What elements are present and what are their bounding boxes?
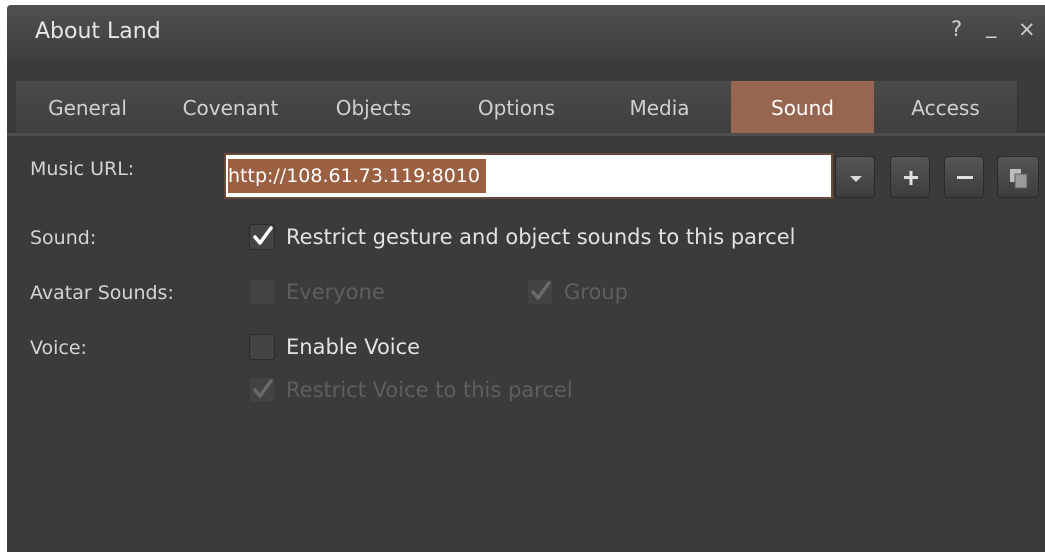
tab-options[interactable]: Options (445, 81, 589, 135)
tab-covenant[interactable]: Covenant (159, 81, 303, 135)
close-icon[interactable]: × (1018, 17, 1036, 41)
checkmark-icon (531, 281, 551, 300)
voice-label: Voice: (30, 337, 87, 359)
minus-icon (957, 176, 973, 179)
everyone-label: Everyone (286, 280, 385, 304)
remove-url-button[interactable] (944, 156, 984, 198)
restrict-sounds-checkbox[interactable] (249, 224, 275, 250)
restrict-sounds-label: Restrict gesture and object sounds to th… (286, 225, 796, 249)
tab-objects[interactable]: Objects (302, 81, 446, 135)
copy-icon (1010, 169, 1028, 189)
title-bar[interactable]: About Land ? _ × (7, 5, 1045, 60)
add-url-button[interactable] (890, 156, 930, 198)
tab-access[interactable]: Access (874, 81, 1018, 135)
avatar-sounds-label: Avatar Sounds: (30, 282, 174, 304)
checkmark-icon (253, 226, 273, 245)
plus-icon (904, 171, 918, 185)
restrict-voice-label: Restrict Voice to this parcel (286, 378, 573, 402)
music-url-label: Music URL: (30, 158, 135, 180)
music-url-dropdown-button[interactable] (835, 156, 875, 198)
restrict-voice-checkbox[interactable] (249, 377, 275, 403)
music-url-value: http://108.61.73.119:8010 (228, 159, 486, 193)
minimize-icon[interactable]: _ (986, 14, 997, 38)
help-icon[interactable]: ? (951, 17, 962, 41)
about-land-window: About Land ? _ × General Covenant Object… (7, 5, 1045, 552)
everyone-checkbox[interactable] (249, 279, 275, 305)
enable-voice-label: Enable Voice (286, 335, 421, 359)
dropdown-arrow-icon (850, 176, 862, 182)
tab-media[interactable]: Media (588, 81, 732, 135)
copy-url-button[interactable] (997, 156, 1039, 198)
tab-sound[interactable]: Sound (731, 81, 875, 135)
window-title: About Land (35, 19, 161, 44)
enable-voice-checkbox[interactable] (249, 334, 275, 360)
checkmark-icon (253, 379, 273, 398)
tab-divider (7, 133, 1045, 136)
music-url-input[interactable]: http://108.61.73.119:8010 (224, 153, 833, 199)
sound-label: Sound: (30, 227, 97, 249)
tab-general[interactable]: General (16, 81, 160, 135)
tab-bar: General Covenant Objects Options Media S… (16, 81, 1018, 136)
group-label: Group (564, 280, 628, 304)
group-checkbox[interactable] (527, 279, 553, 305)
